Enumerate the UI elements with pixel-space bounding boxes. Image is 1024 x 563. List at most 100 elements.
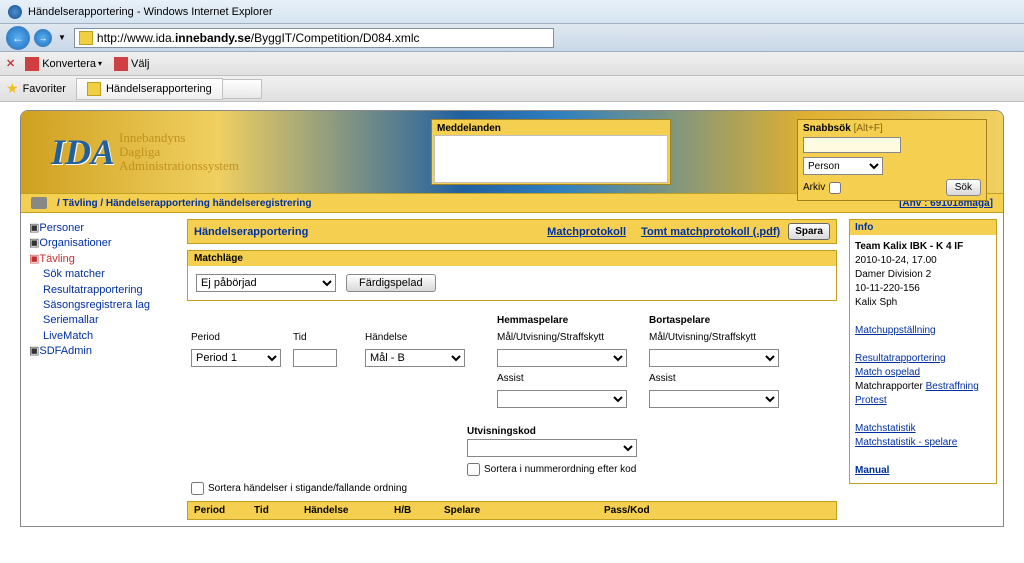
- dropdown-icon[interactable]: ▼: [58, 33, 66, 42]
- toolbar-konvertera: ✕ Konvertera▾ Välj: [0, 52, 1024, 76]
- arkiv-checkbox[interactable]: [829, 182, 841, 194]
- arkiv-label: Arkiv: [803, 182, 825, 193]
- meddelanden-box: Meddelanden: [431, 119, 671, 185]
- link-matchstatistik[interactable]: Matchstatistik: [855, 422, 916, 436]
- hemma-assist-label: Assist: [497, 373, 637, 384]
- main-heading-bar: Händelserapportering Matchprotokoll Tomt…: [187, 219, 837, 244]
- matchlage-panel: Matchläge Ej påbörjad Färdigspelad: [187, 250, 837, 301]
- toolbar-favorites: ★ Favoriter Händelserapportering: [0, 76, 1024, 102]
- tid-input[interactable]: [293, 349, 337, 367]
- info-date: 2010-10-24, 17.00: [855, 254, 991, 268]
- snabbsok-type-select[interactable]: Person: [803, 157, 883, 175]
- close-toolbar-icon[interactable]: ✕: [6, 57, 15, 70]
- utvisningskod-block: Utvisningskod: [187, 426, 837, 457]
- nav-sok-matcher[interactable]: Sök matcher: [43, 267, 173, 282]
- matchlage-header: Matchläge: [188, 251, 836, 266]
- tab-title: Händelserapportering: [106, 83, 212, 95]
- period-label: Period: [191, 332, 281, 343]
- bortaspelare-header: Bortaspelare: [649, 315, 789, 326]
- info-code: 10-11-220-156: [855, 282, 991, 296]
- link-manual[interactable]: Manual: [855, 464, 889, 478]
- sok-button[interactable]: Sök: [946, 179, 981, 196]
- tid-label: Tid: [293, 332, 353, 343]
- th-tid: Tid: [254, 505, 304, 516]
- handelse-select[interactable]: Mål - B: [365, 349, 465, 367]
- star-icon[interactable]: ★: [6, 80, 19, 97]
- banner: IDA Innebandyns Dagliga Administrationss…: [21, 111, 1003, 193]
- nav-sdfadmin[interactable]: ▣SDFAdmin: [29, 344, 173, 359]
- nav-seriemallar[interactable]: Seriemallar: [43, 313, 173, 328]
- sortera-handelser-checkbox[interactable]: [191, 482, 204, 495]
- hemma-mal-label: Mål/Utvisning/Straffskytt: [497, 332, 637, 343]
- hemma-mal-select[interactable]: [497, 349, 627, 367]
- th-period: Period: [194, 505, 254, 516]
- utvisningskod-label: Utvisningskod: [467, 426, 837, 437]
- handelse-label: Händelse: [365, 332, 485, 343]
- borta-mal-select[interactable]: [649, 349, 779, 367]
- snabbsok-header: Snabbsök [Alt+F]: [800, 122, 984, 135]
- info-venue: Kalix Sph: [855, 296, 991, 310]
- center-panel: Händelserapportering Matchprotokoll Tomt…: [181, 213, 843, 526]
- logo: IDA Innebandyns Dagliga Administrationss…: [21, 111, 239, 193]
- browser-titlebar: Händelserapportering - Windows Internet …: [0, 0, 1024, 24]
- events-table-header: Period Tid Händelse H/B Spelare Pass/Kod: [187, 501, 837, 520]
- breadcrumb-path[interactable]: / Tävling / Händelserapportering händels…: [57, 198, 312, 209]
- konvertera-button[interactable]: Konvertera▾: [25, 57, 102, 71]
- matchprotokoll-link[interactable]: Matchprotokoll: [547, 226, 626, 238]
- link-matchuppstallning[interactable]: Matchuppställning: [855, 324, 936, 338]
- info-team: Team Kalix IBK - K 4 IF: [855, 240, 991, 254]
- tab-icon: [87, 82, 101, 96]
- back-button[interactable]: ←: [6, 26, 30, 50]
- info-header: Info: [850, 220, 996, 235]
- link-bestraffning[interactable]: Bestraffning: [926, 380, 979, 394]
- new-tab-button[interactable]: [222, 79, 262, 99]
- th-spelare: Spelare: [444, 505, 604, 516]
- favoriter-label[interactable]: Favoriter: [23, 83, 66, 95]
- sortera-nummer-checkbox[interactable]: [467, 463, 480, 476]
- meddelanden-header: Meddelanden: [434, 122, 668, 135]
- snabbsok-input[interactable]: [803, 137, 901, 153]
- ie-icon: [8, 5, 22, 19]
- url-box[interactable]: http://www.ida.innebandy.se/ByggIT/Compe…: [74, 28, 554, 48]
- tomt-matchprotokoll-link[interactable]: Tomt matchprotokoll (.pdf): [641, 226, 780, 238]
- nav-resultatrapportering[interactable]: Resultatrapportering: [43, 283, 173, 298]
- browser-address-bar: ← → ▼ http://www.ida.innebandy.se/ByggIT…: [0, 24, 1024, 52]
- borta-assist-label: Assist: [649, 373, 789, 384]
- link-matchstatistik-spelare[interactable]: Matchstatistik - spelare: [855, 436, 957, 450]
- main-heading: Händelserapportering: [194, 226, 308, 238]
- forward-button[interactable]: →: [34, 29, 52, 47]
- th-handelse: Händelse: [304, 505, 394, 516]
- meddelanden-body: [434, 135, 668, 183]
- sortera-nummer-label: Sortera i nummerordning efter kod: [484, 464, 636, 475]
- nav-tavling[interactable]: ▣Tävling: [29, 252, 173, 267]
- sortera-handelser-label: Sortera händelser i stigande/fallande or…: [208, 483, 407, 494]
- link-match-ospelad[interactable]: Match ospelad: [855, 366, 920, 380]
- period-select[interactable]: Period 1: [191, 349, 281, 367]
- utvisningskod-select[interactable]: [467, 439, 637, 457]
- nav-organisationer[interactable]: ▣Organisationer: [29, 236, 173, 251]
- event-form: Hemmaspelare Bortaspelare Period Tid Hän…: [187, 311, 837, 412]
- spara-button[interactable]: Spara: [788, 223, 830, 240]
- valj-button[interactable]: Välj: [114, 57, 149, 71]
- matchlage-select[interactable]: Ej påbörjad: [196, 274, 336, 292]
- left-nav: ▣Personer ▣Organisationer ▣Tävling Sök m…: [21, 213, 181, 368]
- fardigspelad-button[interactable]: Färdigspelad: [346, 274, 436, 292]
- printer-icon[interactable]: [31, 197, 47, 209]
- nav-personer[interactable]: ▣Personer: [29, 221, 173, 236]
- info-matchrapporter: Matchrapporter: [855, 381, 923, 392]
- page-icon: [79, 31, 93, 45]
- info-division: Damer Division 2: [855, 268, 991, 282]
- link-protest[interactable]: Protest: [855, 394, 887, 408]
- snabbsok-box: Snabbsök [Alt+F] Person Arkiv Sök: [797, 119, 987, 201]
- link-resultatrapportering[interactable]: Resultatrapportering: [855, 352, 946, 366]
- page-frame: IDA Innebandyns Dagliga Administrationss…: [20, 110, 1004, 527]
- info-panel: Info Team Kalix IBK - K 4 IF 2010-10-24,…: [843, 213, 1003, 490]
- browser-tab[interactable]: Händelserapportering: [76, 78, 223, 100]
- hemma-assist-select[interactable]: [497, 390, 627, 408]
- th-hb: H/B: [394, 505, 444, 516]
- nav-sasongsregistrera[interactable]: Säsongsregistrera lag: [43, 298, 173, 313]
- borta-mal-label: Mål/Utvisning/Straffskytt: [649, 332, 789, 343]
- nav-livematch[interactable]: LiveMatch: [43, 329, 173, 344]
- url-text: http://www.ida.innebandy.se/ByggIT/Compe…: [97, 31, 420, 45]
- borta-assist-select[interactable]: [649, 390, 779, 408]
